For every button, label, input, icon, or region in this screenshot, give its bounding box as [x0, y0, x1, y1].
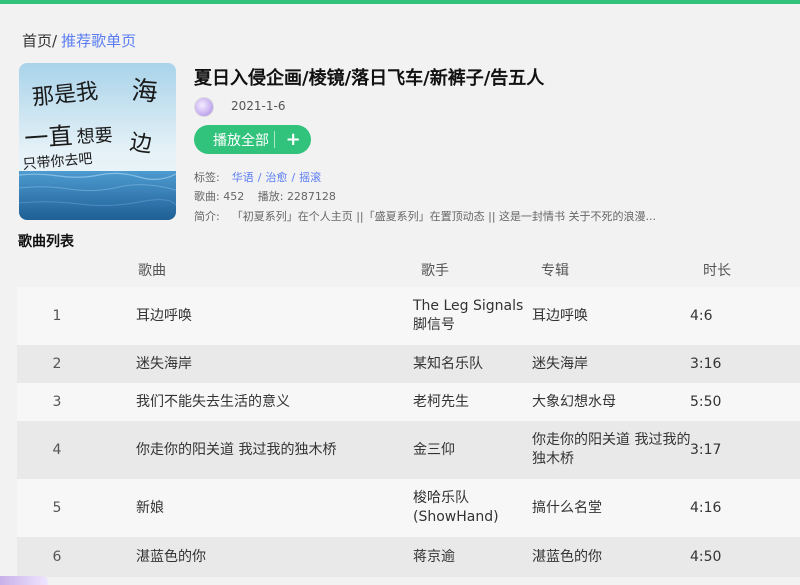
creator-avatar[interactable] [194, 97, 214, 117]
tag-separator: / [257, 171, 262, 184]
song-row[interactable]: 4 你走你的阳关道 我过我的独木桥 金三仰 你走你的阳关道 我过我的独木桥 3:… [17, 421, 800, 479]
song-album[interactable]: 湛蓝色的你 [532, 537, 692, 577]
svg-text:边: 边 [128, 130, 153, 158]
intro-text[interactable]: 「初夏系列」在个人主页 ||「盛夏系列」在置顶动态 || 这是一封情书 关于不死… [232, 210, 656, 223]
song-index: 2 [52, 355, 62, 372]
intro-label: 简介: [194, 210, 220, 223]
play-count: 2287128 [286, 190, 336, 203]
song-name[interactable]: 耳边呼唤 [136, 287, 406, 345]
song-index: 5 [52, 499, 62, 516]
tags-line: 标签: 华语 / 治愈 / 摇滚 [194, 169, 321, 185]
song-name[interactable]: 新娘 [136, 479, 406, 537]
song-index: 6 [52, 548, 62, 565]
song-name[interactable]: 你走你的阳关道 我过我的独木桥 [136, 421, 406, 479]
svg-text:想要: 想要 [76, 125, 113, 148]
column-header-artist: 歌手 [421, 263, 449, 279]
song-name[interactable]: 迷失海岸 [136, 345, 406, 383]
svg-text:一直: 一直 [23, 122, 73, 153]
song-row[interactable]: 1 耳边呼唤 The Leg Signals 脚信号 耳边呼唤 4:6 [17, 287, 800, 345]
column-header-album: 专辑 [541, 263, 569, 279]
breadcrumb: 首页/推荐歌单页 [22, 30, 136, 51]
song-index: 4 [52, 441, 62, 458]
song-artist[interactable]: 某知名乐队 [413, 345, 529, 383]
song-artist[interactable]: 老柯先生 [413, 383, 529, 421]
tag-separator: / [291, 171, 296, 184]
song-artist[interactable]: 梭哈乐队(ShowHand) [413, 479, 529, 537]
tag-link[interactable]: 华语 [232, 171, 254, 184]
playlist-title: 夏日入侵企画/棱镜/落日飞车/新裤子/告五人 [194, 68, 545, 89]
song-duration: 4:50 [690, 548, 722, 565]
breadcrumb-home[interactable]: 首页/ [22, 32, 57, 50]
play-all-button[interactable]: 播放全部 [194, 130, 274, 150]
song-duration: 3:17 [690, 441, 722, 458]
song-album[interactable]: 迷失海岸 [532, 345, 692, 383]
song-artist[interactable]: 金三仰 [413, 421, 529, 479]
song-album[interactable]: 搞什么名堂 [532, 479, 692, 537]
song-index: 3 [52, 393, 62, 410]
play-count-label: 播放: [257, 190, 284, 203]
tags-label: 标签: [194, 171, 220, 184]
song-row[interactable]: 5 新娘 梭哈乐队(ShowHand) 搞什么名堂 4:16 [17, 479, 800, 537]
song-album[interactable]: 耳边呼唤 [532, 287, 692, 345]
song-count-label: 歌曲: [194, 190, 220, 203]
svg-text:海: 海 [131, 76, 159, 108]
play-all-button-group: 播放全部 + [194, 125, 311, 154]
song-row[interactable]: 6 湛蓝色的你 蒋京逾 湛蓝色的你 4:50 [17, 537, 800, 577]
stats-line: 歌曲: 452 播放: 2287128 [194, 188, 336, 204]
add-icon[interactable]: + [275, 129, 311, 150]
song-name[interactable]: 我们不能失去生活的意义 [136, 383, 406, 421]
column-header-duration: 时长 [703, 263, 731, 279]
song-duration: 4:16 [690, 499, 722, 516]
breadcrumb-current[interactable]: 推荐歌单页 [61, 32, 136, 50]
tag-link[interactable]: 治愈 [265, 171, 287, 184]
top-accent-bar [0, 0, 800, 4]
song-row[interactable]: 2 迷失海岸 某知名乐队 迷失海岸 3:16 [17, 345, 800, 383]
column-header-song: 歌曲 [138, 263, 166, 279]
song-list-title: 歌曲列表 [18, 234, 74, 250]
cover-art: 那是我 海 一直 想要 边 只带你去吧 [19, 63, 176, 220]
song-index: 1 [52, 307, 62, 324]
playlist-date: 2021-1-6 [231, 99, 286, 113]
song-album[interactable]: 大象幻想水母 [532, 383, 692, 421]
song-artist[interactable]: The Leg Signals 脚信号 [413, 287, 529, 345]
song-duration: 5:50 [690, 393, 722, 410]
intro-line: 简介: 「初夏系列」在个人主页 ||「盛夏系列」在置顶动态 || 这是一封情书 关… [194, 208, 656, 224]
song-row[interactable]: 3 我们不能失去生活的意义 老柯先生 大象幻想水母 5:50 [17, 383, 800, 421]
tag-link[interactable]: 摇滚 [299, 171, 321, 184]
song-duration: 4:6 [690, 307, 713, 324]
playlist-cover[interactable]: 那是我 海 一直 想要 边 只带你去吧 [19, 63, 176, 220]
song-name[interactable]: 湛蓝色的你 [136, 537, 406, 577]
song-album[interactable]: 你走你的阳关道 我过我的独木桥 [532, 421, 692, 479]
song-table: 1 耳边呼唤 The Leg Signals 脚信号 耳边呼唤 4:6 2 迷失… [17, 287, 800, 577]
song-artist[interactable]: 蒋京逾 [413, 537, 529, 577]
song-duration: 3:16 [690, 355, 722, 372]
song-count: 452 [223, 190, 245, 203]
player-cover-thumbnail[interactable] [0, 576, 48, 585]
